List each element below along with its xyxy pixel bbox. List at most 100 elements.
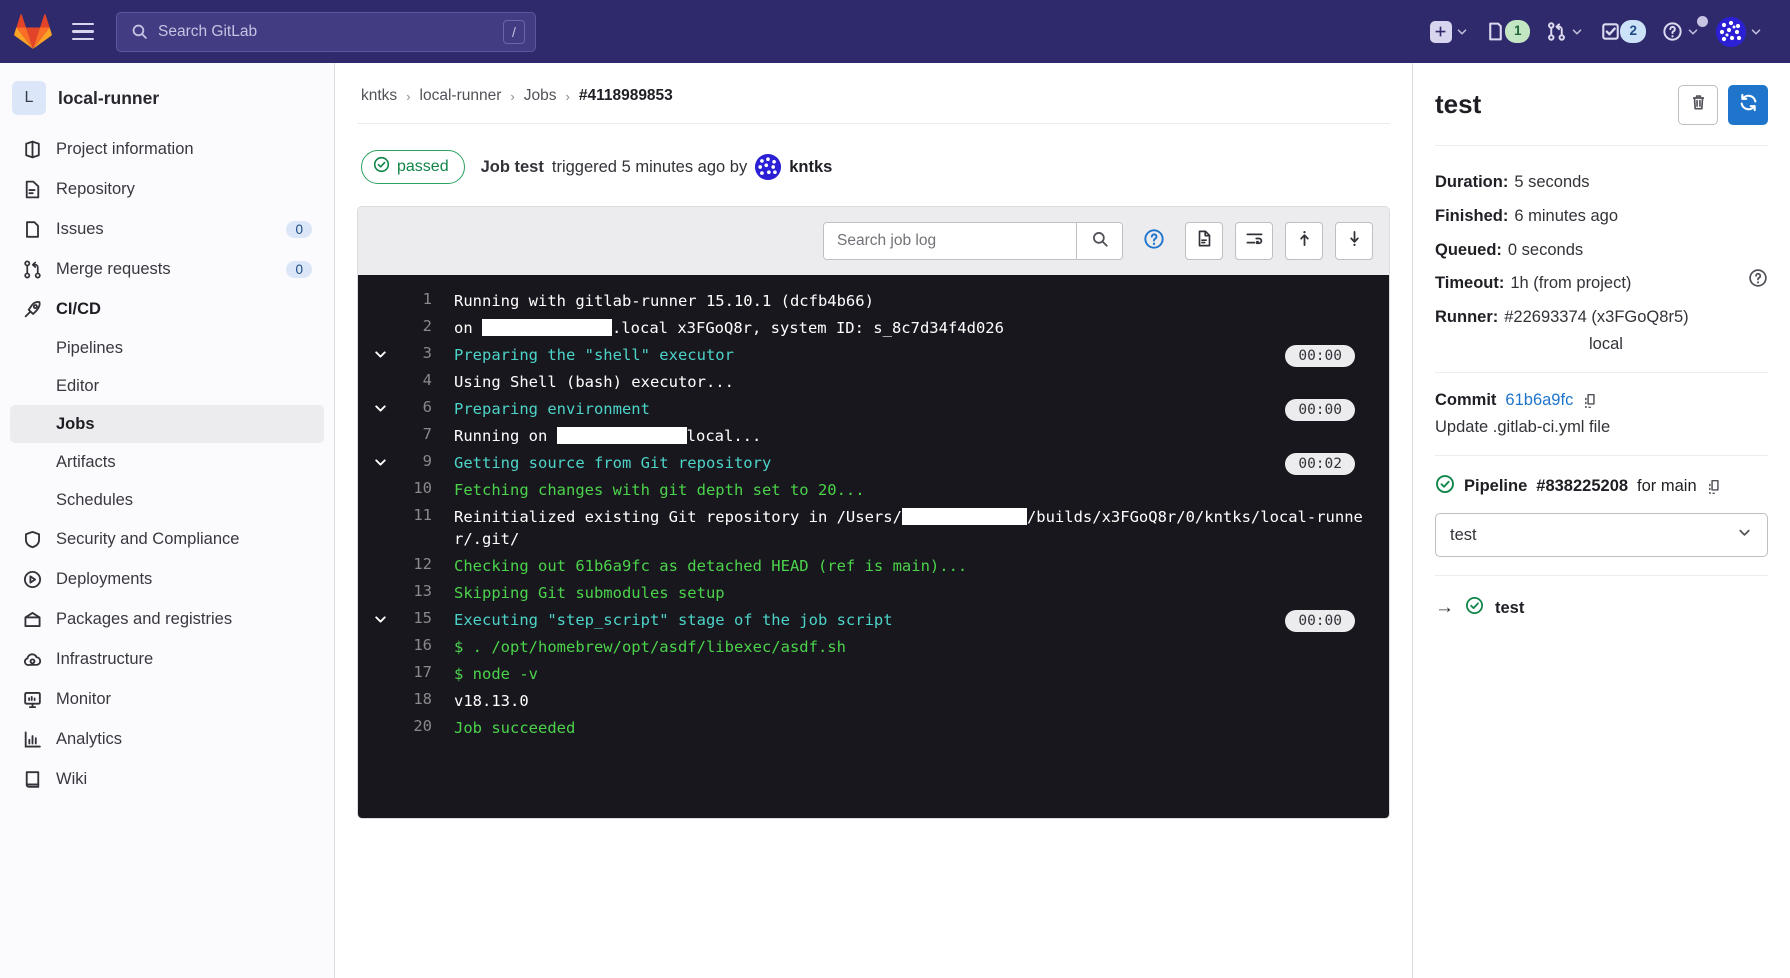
erase-job-button[interactable] — [1678, 85, 1718, 125]
search-input[interactable]: Search GitLab — [158, 23, 503, 41]
stage-select[interactable]: test — [1435, 513, 1768, 557]
log-line-number[interactable]: 17 — [402, 663, 454, 681]
sidebar-item-repository[interactable]: Repository — [10, 169, 324, 209]
merge-request-icon — [1546, 21, 1567, 42]
breadcrumb-item-jobs[interactable]: Jobs — [524, 87, 557, 105]
project-header[interactable]: L local-runner — [10, 77, 324, 129]
sidebar-item-label: Repository — [56, 180, 135, 199]
log-line-number[interactable]: 16 — [402, 636, 454, 654]
check-circle-icon — [1435, 474, 1455, 499]
chevron-down-icon[interactable] — [358, 452, 402, 471]
chevron-down-icon[interactable] — [358, 609, 402, 628]
chevron-down-icon[interactable] — [358, 344, 402, 363]
commit-sha-link[interactable]: 61b6a9fc — [1505, 391, 1573, 410]
commit-row: Commit 61b6a9fc — [1435, 391, 1768, 410]
merge-requests-menu[interactable] — [1539, 15, 1591, 48]
global-search-box[interactable]: Search GitLab / — [116, 12, 536, 52]
raw-log-button[interactable] — [1185, 222, 1223, 260]
log-line-gutter — [358, 506, 402, 508]
job-log-search[interactable] — [823, 222, 1123, 260]
search-input[interactable] — [824, 223, 1076, 259]
log-line-number[interactable]: 20 — [402, 717, 454, 735]
breadcrumb: kntks › local-runner › Jobs › #411898985… — [357, 63, 1390, 124]
sidebar-item-cicd[interactable]: CI/CD — [10, 289, 324, 329]
help-menu[interactable] — [1655, 15, 1707, 48]
plus-icon — [1430, 21, 1452, 43]
hamburger-menu-icon[interactable] — [66, 15, 100, 49]
pipeline-section: Pipeline #838225208 for main test — [1435, 455, 1768, 575]
todos-menu[interactable]: 2 — [1593, 14, 1653, 48]
sidebar-item-security-and-compliance[interactable]: Security and Compliance — [10, 519, 324, 559]
log-line-number[interactable]: 15 — [402, 609, 454, 627]
toggle-wrap-button[interactable] — [1235, 222, 1273, 260]
log-line-gutter — [358, 290, 402, 292]
avatar[interactable] — [755, 154, 781, 180]
sidebar-item-wiki[interactable]: Wiki — [10, 759, 324, 799]
log-line-number[interactable]: 7 — [402, 425, 454, 443]
sidebar-item-editor[interactable]: Editor — [10, 367, 324, 405]
log-line-number[interactable]: 10 — [402, 479, 454, 497]
job-duration-row: Duration: 5 seconds — [1435, 166, 1768, 200]
avatar — [1716, 17, 1746, 47]
retry-job-button[interactable] — [1728, 85, 1768, 125]
create-new-menu[interactable] — [1423, 15, 1476, 49]
pipeline-number[interactable]: #838225208 — [1536, 477, 1628, 496]
log-line: 13Skipping Git submodules setup — [358, 579, 1389, 606]
job-trigger-info: Job test triggered 5 minutes ago by — [481, 154, 833, 180]
copy-icon[interactable] — [1706, 478, 1724, 496]
chevron-down-icon[interactable] — [358, 398, 402, 417]
sidebar-item-packages-and-registries[interactable]: Packages and registries — [10, 599, 324, 639]
log-line-text: Skipping Git submodules setup — [454, 582, 1375, 604]
sidebar-item-label: CI/CD — [56, 300, 101, 319]
sidebar-item-schedules[interactable]: Schedules — [10, 481, 324, 519]
sidebar-item-issues[interactable]: Issues 0 — [10, 209, 324, 249]
scroll-to-bottom-button[interactable] — [1335, 222, 1373, 260]
log-line-number[interactable]: 18 — [402, 690, 454, 708]
log-line-number[interactable]: 12 — [402, 555, 454, 573]
log-line-number[interactable]: 3 — [402, 344, 454, 362]
user-menu[interactable] — [1709, 11, 1770, 53]
sidebar-item-artifacts[interactable]: Artifacts — [10, 443, 324, 481]
log-line-number[interactable]: 2 — [402, 317, 454, 335]
stage-jobs-section: → test — [1435, 575, 1768, 640]
chevron-right-icon: › — [565, 89, 569, 104]
status-badge[interactable]: passed — [361, 150, 465, 184]
log-line-number[interactable]: 9 — [402, 452, 454, 470]
job-log-output[interactable]: 1Running with gitlab-runner 15.10.1 (dcf… — [358, 275, 1389, 818]
list-item[interactable]: → test — [1435, 594, 1768, 622]
scroll-to-top-button[interactable] — [1285, 222, 1323, 260]
job-log-help-button[interactable] — [1135, 222, 1173, 260]
search-icon — [1091, 230, 1109, 253]
sidebar-item-analytics[interactable]: Analytics — [10, 719, 324, 759]
breadcrumb-item-kntks[interactable]: kntks — [361, 87, 397, 105]
top-navbar: Search GitLab / 1 — [0, 0, 1790, 63]
sidebar-item-infrastructure[interactable]: Infrastructure — [10, 639, 324, 679]
job-author-link[interactable]: kntks — [789, 158, 832, 177]
log-line-number[interactable]: 4 — [402, 371, 454, 389]
job-link[interactable]: test — [1495, 599, 1524, 618]
runner-description-row: local — [1435, 335, 1768, 354]
status-label: passed — [397, 158, 449, 176]
sidebar-item-pipelines[interactable]: Pipelines — [10, 329, 324, 367]
timeout-help-icon[interactable] — [1748, 267, 1768, 301]
log-line: 4Using Shell (bash) executor... — [358, 368, 1389, 395]
breadcrumb-item-local-runner[interactable]: local-runner — [420, 87, 502, 105]
log-line-number[interactable]: 11 — [402, 506, 454, 524]
search-log-button[interactable] — [1076, 223, 1122, 259]
sidebar-item-label: Monitor — [56, 690, 111, 709]
redacted-text — [557, 427, 687, 444]
job-log-panel: 1Running with gitlab-runner 15.10.1 (dcf… — [357, 206, 1390, 819]
sidebar-item-project-information[interactable]: Project information — [10, 129, 324, 169]
sidebar-item-merge-requests[interactable]: Merge requests 0 — [10, 249, 324, 289]
copy-icon[interactable] — [1582, 392, 1600, 410]
sidebar-item-deployments[interactable]: Deployments — [10, 559, 324, 599]
log-line-number[interactable]: 1 — [402, 290, 454, 308]
sidebar-item-jobs[interactable]: Jobs — [10, 405, 324, 443]
issues-menu[interactable]: 1 — [1478, 14, 1538, 48]
sidebar-item-monitor[interactable]: Monitor — [10, 679, 324, 719]
log-line-number[interactable]: 6 — [402, 398, 454, 416]
log-line-number[interactable]: 13 — [402, 582, 454, 600]
gitlab-logo-icon[interactable] — [14, 14, 52, 50]
log-line: 1Running with gitlab-runner 15.10.1 (dcf… — [358, 287, 1389, 314]
log-line-text: v18.13.0 — [454, 690, 1375, 712]
